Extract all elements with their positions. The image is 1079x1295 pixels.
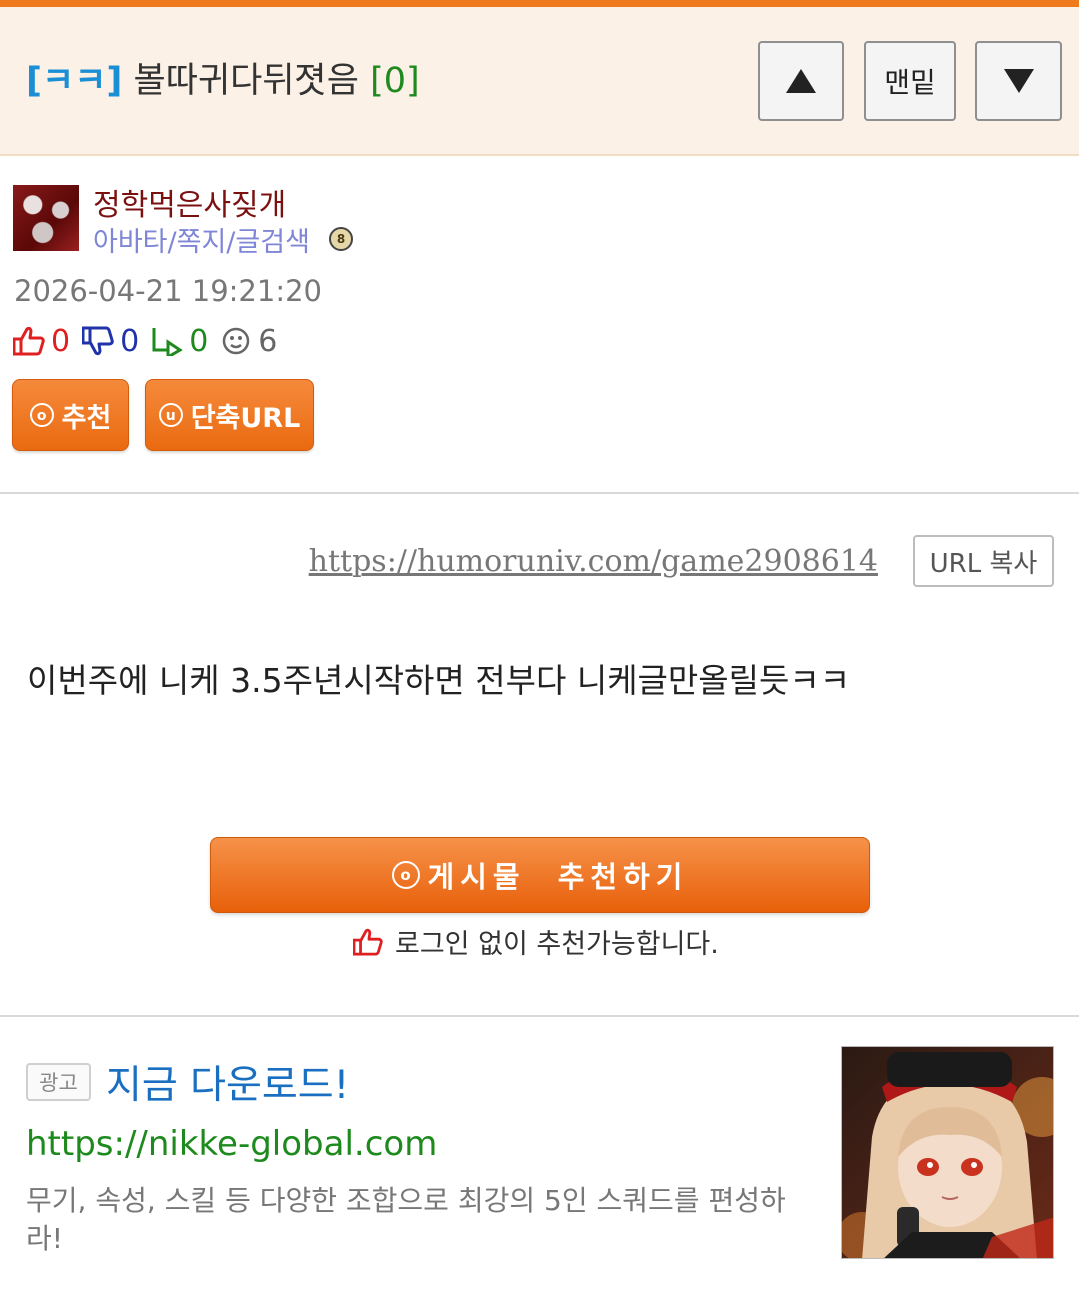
triangle-up-icon — [786, 69, 816, 93]
post-title-text: 볼따귀다뒤졋음 — [133, 61, 359, 101]
circle-u-icon: u — [158, 403, 183, 427]
thumbs-up-icon — [353, 928, 383, 956]
recommend-label: 추천 — [61, 402, 112, 434]
avatar[interactable] — [13, 185, 79, 251]
ad-title[interactable]: 지금 다운로드! — [106, 1054, 349, 1110]
circle-o-icon: o — [391, 861, 420, 889]
thumbs-up-icon — [13, 326, 45, 356]
ad-description: 무기, 속성, 스킬 등 다양한 조합으로 최강의 5인 스쿼드를 편성하라! — [26, 1184, 786, 1255]
downvote-count: 0 — [120, 323, 140, 359]
smiley-view-icon — [223, 327, 250, 355]
scroll-up-button[interactable] — [758, 41, 844, 121]
recommend-button[interactable]: o 추천 — [12, 379, 129, 451]
reply-count: 0 — [189, 323, 209, 359]
view-count: 6 — [258, 323, 278, 359]
ad-image[interactable] — [841, 1046, 1054, 1259]
level-badge-icon: 8 — [329, 227, 353, 251]
circle-o-icon: o — [29, 403, 54, 427]
short-url-label: 단축URL — [190, 402, 301, 434]
recommend-note-text: 로그인 없이 추천가능합니다. — [395, 929, 719, 960]
short-url-button[interactable]: u 단축URL — [145, 379, 314, 451]
reply-arrow-icon — [152, 328, 184, 356]
post-recommend-button[interactable]: o 게시물 추천하기 — [210, 837, 870, 913]
top-accent-bar — [0, 0, 1079, 7]
post-date: 2026-04-21 19:21:20 — [14, 274, 322, 308]
recommend-note: 로그인 없이 추천가능합니다. — [353, 922, 719, 961]
post-url-link[interactable]: https://humoruniv.com/game2908614 — [309, 544, 878, 579]
author-links[interactable]: 아바타/쪽지/글검색 — [93, 220, 310, 259]
thumbs-down-icon — [82, 326, 114, 356]
triangle-down-icon — [1003, 69, 1034, 93]
ad-url[interactable]: https://nikke-global.com — [26, 1124, 437, 1164]
copy-url-button[interactable]: URL 복사 — [913, 535, 1054, 587]
divider — [0, 1015, 1079, 1017]
author-nickname[interactable]: 정학먹은사짖개 — [93, 180, 286, 224]
post-category[interactable]: [ㅋㅋ] — [26, 61, 122, 101]
scroll-bottom-button[interactable]: 맨밑 — [864, 41, 956, 121]
upvote-count: 0 — [51, 323, 71, 359]
ad-character-illustration — [842, 1047, 1053, 1258]
post-content: 이번주에 니케 3.5주년시작하면 전부다 니케글만올릴듯ㅋㅋ — [27, 661, 851, 700]
post-stats: 0 0 0 6 — [13, 321, 277, 361]
post-recommend-label: 게시물 추천하기 — [427, 860, 689, 894]
comment-count[interactable]: [0] — [370, 61, 420, 101]
ad-label-badge: 광고 — [26, 1063, 91, 1101]
divider — [0, 492, 1079, 494]
post-title: [ㅋㅋ] 볼따귀다뒤졋음 [0] — [26, 59, 420, 103]
scroll-down-button[interactable] — [975, 41, 1062, 121]
post-header: [ㅋㅋ] 볼따귀다뒤졋음 [0] 맨밑 — [0, 7, 1079, 156]
